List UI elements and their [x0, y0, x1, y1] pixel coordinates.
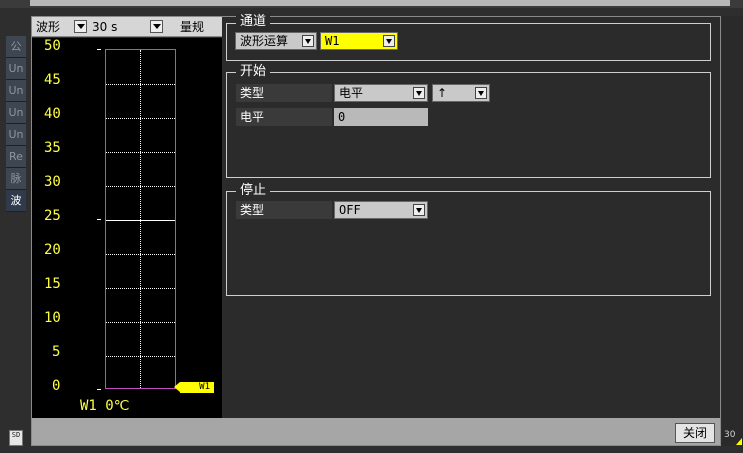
y-tick-0: 0 — [52, 378, 61, 394]
side-tab-3[interactable]: Un — [6, 80, 26, 102]
plot-hgrid — [106, 84, 175, 85]
left-tab-strip: 公 Un Un Un Un Re 脉 波 — [6, 36, 26, 212]
plot-hgrid — [106, 152, 175, 153]
sd-card-icon: SD — [9, 430, 23, 446]
y-tick-5: 5 — [52, 344, 61, 360]
y-tick-40: 40 — [44, 106, 61, 122]
start-type-value: 电平 — [339, 86, 364, 100]
right-edge-panel — [722, 16, 743, 446]
channel-group-title: 通道 — [236, 14, 271, 30]
y-tick-50: 50 — [44, 38, 61, 54]
y-tick-25: 25 — [44, 208, 61, 224]
side-tab-5[interactable]: Un — [6, 124, 26, 146]
y-tick-30: 30 — [44, 174, 61, 190]
channel-type-select[interactable]: 波形运算 — [235, 32, 317, 50]
plot-hgrid — [106, 186, 175, 187]
y-tick-35: 35 — [44, 140, 61, 156]
start-type-select[interactable]: 电平 — [334, 84, 428, 102]
stop-type-value: OFF — [339, 203, 361, 217]
start-group-title: 开始 — [236, 64, 271, 80]
dialog-footer — [32, 418, 720, 445]
top-strip — [0, 0, 743, 8]
time-value[interactable]: 30 s — [92, 17, 117, 37]
side-tab-8[interactable]: 波 — [6, 190, 26, 212]
start-level-label: 电平 — [236, 108, 332, 126]
y-tick-20: 20 — [44, 242, 61, 258]
channel-value: W1 — [325, 34, 340, 48]
title-bar — [30, 0, 730, 6]
close-button[interactable]: 关闭 — [675, 423, 715, 443]
plot-hgrid — [106, 118, 175, 119]
axis-tick — [97, 389, 101, 390]
side-tab-6[interactable]: Re — [6, 146, 26, 168]
chevron-down-icon — [413, 87, 425, 99]
plot-hgrid — [106, 288, 175, 289]
start-direction-value: ↑ — [437, 86, 448, 100]
stop-type-select[interactable]: OFF — [334, 201, 428, 219]
axis-tick — [97, 219, 101, 220]
corner-arrow-icon — [736, 438, 742, 445]
channel-type-value: 波形运算 — [240, 34, 289, 48]
mode-dropdown-icon[interactable] — [74, 20, 87, 33]
chevron-down-icon — [475, 87, 487, 99]
y-tick-10: 10 — [44, 310, 61, 326]
axis-tick — [97, 49, 101, 50]
graph-toolbar: 波形 30 s 量规 — [32, 17, 222, 37]
plot-area — [105, 49, 176, 389]
y-tick-45: 45 — [44, 72, 61, 88]
side-tab-4[interactable]: Un — [6, 102, 26, 124]
plot-vgrid — [140, 50, 141, 388]
chevron-down-icon — [383, 35, 395, 47]
sd-card-label: SD — [11, 431, 21, 439]
start-type-label: 类型 — [236, 84, 332, 102]
y-tick-15: 15 — [44, 276, 61, 292]
quantity-button[interactable]: 量规 — [180, 17, 204, 37]
plot-hgrid — [106, 356, 175, 357]
chevron-down-icon — [302, 35, 314, 47]
side-tab-2[interactable]: Un — [6, 58, 26, 80]
w1-level-marker: W1 — [174, 382, 214, 393]
time-dropdown-icon[interactable] — [150, 20, 163, 33]
side-tab-7[interactable]: 脉 — [6, 168, 26, 190]
plot-hgrid — [106, 254, 175, 255]
plot-hgrid — [106, 322, 175, 323]
corner-badge: 30 — [724, 430, 736, 440]
plot-midline — [106, 220, 175, 221]
graph-status: W1 0℃ — [80, 398, 130, 414]
chevron-down-icon — [413, 204, 425, 216]
channel-select[interactable]: W1 — [320, 32, 398, 50]
start-level-input[interactable]: 0 — [334, 108, 428, 126]
stop-group-title: 停止 — [236, 183, 271, 199]
side-tab-1[interactable]: 公 — [6, 36, 26, 58]
mode-label: 波形 — [36, 20, 61, 34]
stop-type-label: 类型 — [236, 201, 332, 219]
start-direction-select[interactable]: ↑ — [432, 84, 490, 102]
